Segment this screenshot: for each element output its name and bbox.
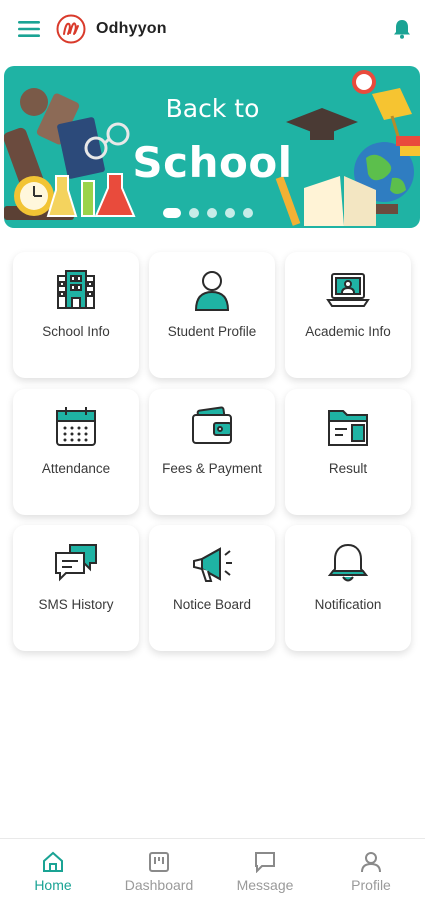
carousel-dot-2[interactable] [189, 208, 199, 218]
student-profile-card[interactable]: Student Profile [149, 252, 275, 378]
carousel-dot-4[interactable] [225, 208, 235, 218]
fees-payment-card[interactable]: Fees & Payment [149, 389, 275, 515]
card-label: Fees & Payment [162, 461, 262, 476]
nav-dashboard[interactable]: Dashboard [106, 839, 212, 900]
attendance-card[interactable]: Attendance [13, 389, 139, 515]
nav-label: Dashboard [124, 877, 194, 893]
nav-message[interactable]: Message [212, 839, 318, 900]
megaphone-icon [190, 541, 234, 585]
banner-title-line2: School [132, 138, 293, 187]
school-info-card[interactable]: School Info [13, 252, 139, 378]
academic-info-card[interactable]: Academic Info [285, 252, 411, 378]
chat-bubbles-icon [54, 541, 98, 585]
card-label: Academic Info [305, 324, 391, 339]
wallet-icon [190, 405, 234, 449]
app-title: Odhyyon [96, 20, 167, 37]
card-label: Attendance [41, 461, 111, 476]
app-logo [56, 14, 86, 44]
nav-label: Home [34, 877, 72, 893]
card-label: School Info [42, 324, 110, 339]
top-app-bar: Odhyyon [0, 0, 425, 58]
notification-card[interactable]: Notification [285, 525, 411, 651]
card-label: Notice Board [172, 597, 252, 612]
laptop-profile-icon [326, 268, 370, 312]
card-label: Student Profile [167, 324, 257, 339]
sms-history-card[interactable]: SMS History [13, 525, 139, 651]
school-building-icon [54, 268, 98, 312]
bell-icon[interactable] [389, 16, 415, 42]
dashboard-icon [148, 851, 170, 873]
carousel-dot-5[interactable] [243, 208, 253, 218]
bottom-navigation: Home Dashboard Message Profile [0, 838, 425, 900]
carousel-dot-1[interactable] [163, 208, 181, 218]
nav-profile[interactable]: Profile [318, 839, 424, 900]
card-label: Notification [314, 597, 382, 612]
nav-home[interactable]: Home [0, 839, 106, 900]
message-icon [254, 851, 276, 874]
result-card[interactable]: Result [285, 389, 411, 515]
banner-title-line1: Back to [165, 94, 260, 123]
folder-result-icon [326, 405, 370, 449]
menu-icon[interactable] [16, 16, 42, 42]
nav-label: Message [236, 877, 294, 893]
student-icon [190, 268, 234, 312]
carousel-dot-3[interactable] [207, 208, 217, 218]
nav-label: Profile [351, 877, 391, 893]
home-icon [42, 851, 64, 873]
bell-outline-icon [326, 541, 370, 585]
notice-board-card[interactable]: Notice Board [149, 525, 275, 651]
carousel-indicator [163, 208, 253, 218]
profile-icon [360, 851, 382, 873]
calendar-icon [54, 405, 98, 449]
card-label: Result [328, 461, 368, 476]
card-label: SMS History [38, 597, 114, 612]
